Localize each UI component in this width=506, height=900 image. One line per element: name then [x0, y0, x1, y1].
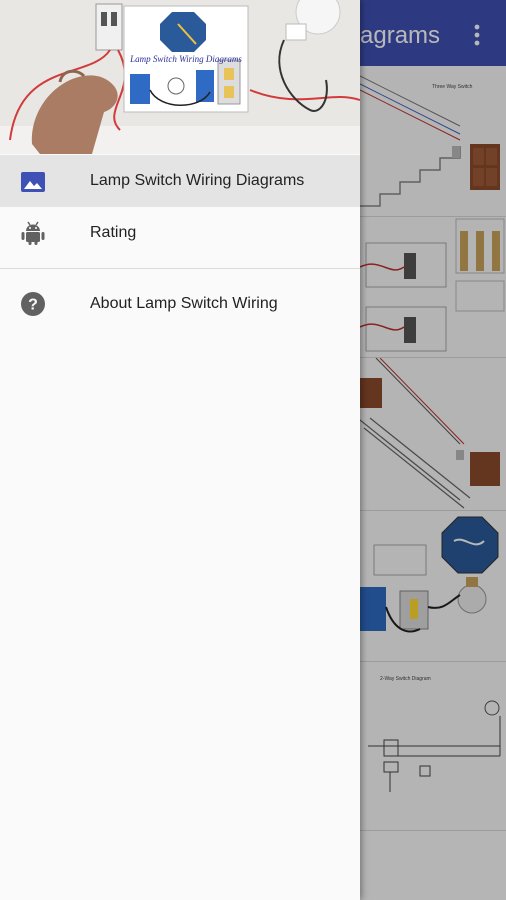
image-icon [21, 172, 45, 192]
menu-item-about-lamp-switch-wiring[interactable]: ? About Lamp Switch Wiring [0, 278, 360, 330]
navigation-drawer: Lamp Switch Wiring Diagrams Lamp Switch … [0, 0, 360, 900]
menu-item-lamp-switch-wiring-diagrams[interactable]: Lamp Switch Wiring Diagrams [0, 155, 360, 207]
app-screen: agrams Three Way Switch 2-Way Switch Dia… [0, 0, 506, 900]
drawer-header-image: Lamp Switch Wiring Diagrams [0, 0, 360, 154]
wiring-photo-image: Lamp Switch Wiring Diagrams [0, 0, 360, 154]
menu-item-label: Lamp Switch Wiring Diagrams [90, 172, 305, 189]
help-icon: ? [21, 292, 45, 316]
menu-item-label: About Lamp Switch Wiring [90, 295, 278, 312]
android-icon [21, 221, 45, 245]
menu-item-label: Rating [90, 224, 137, 241]
menu-divider [0, 268, 360, 269]
svg-text:?: ? [28, 297, 38, 314]
menu-item-rating[interactable]: Rating [0, 207, 360, 259]
header-diagram-caption: Lamp Switch Wiring Diagrams [129, 54, 242, 64]
